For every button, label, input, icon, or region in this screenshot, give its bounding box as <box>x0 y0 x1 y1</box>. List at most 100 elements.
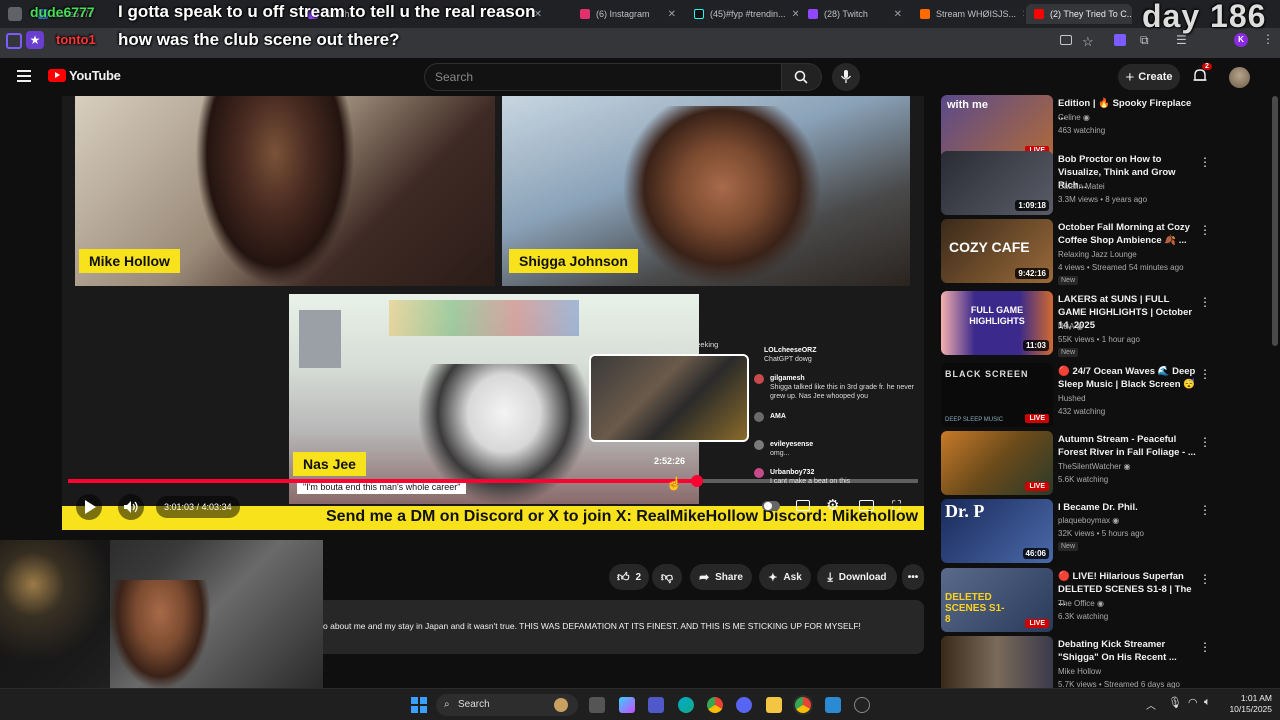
tab-close-icon[interactable]: ✕ <box>894 9 902 20</box>
like-button[interactable]: 👍︎ 2 <box>609 564 649 590</box>
file-explorer-icon[interactable] <box>766 697 782 713</box>
video-thumbnail[interactable]: COZY CAFE 9:42:16 <box>941 219 1053 283</box>
channel-name[interactable]: Mike Hollow <box>1058 667 1208 676</box>
bookmark-icon[interactable]: ☆ <box>1082 34 1094 50</box>
voice-search-button[interactable] <box>832 63 860 91</box>
tab-close-icon[interactable]: ✕ <box>1022 9 1024 20</box>
notifications-button[interactable]: 2 <box>1192 63 1212 86</box>
video-title[interactable]: Autumn Stream - Peaceful Forest River in… <box>1058 433 1198 459</box>
clock[interactable]: 1:01 AM 10/15/2025 <box>1220 693 1272 715</box>
video-title[interactable]: October Fall Morning at Cozy Coffee Shop… <box>1058 221 1198 247</box>
taskbar-search-label: Search <box>458 699 490 710</box>
page-scrollbar[interactable] <box>1272 96 1278 346</box>
recommendation-item[interactable]: 1:09:18 Bob Proctor on How to Visualize,… <box>941 151 1271 215</box>
recommendation-item[interactable]: FULL GAME HIGHLIGHTS 11:03 LAKERS at SUN… <box>941 291 1271 357</box>
video-title[interactable]: 🔴 24/7 Ocean Waves 🌊 Deep Sleep Music | … <box>1058 365 1198 391</box>
tab-twitch[interactable]: (28) Twitch ✕ <box>800 4 910 24</box>
copilot-icon[interactable] <box>619 697 635 713</box>
more-options-icon[interactable]: ⋮ <box>1199 572 1211 586</box>
channel-name[interactable]: The Office ◉ <box>1058 599 1208 608</box>
volume-button[interactable] <box>118 494 144 520</box>
video-thumbnail[interactable]: BLACK SCREEN DEEP SLEEP MUSIC LIVE <box>941 363 1053 427</box>
ask-button[interactable]: ✦ Ask <box>759 564 811 590</box>
profile-k-icon[interactable]: K <box>1234 33 1248 47</box>
progress-bar-track[interactable] <box>68 475 918 487</box>
reading-list-icon[interactable]: ☰ <box>1176 33 1187 47</box>
tab-instagram[interactable]: (6) Instagram ✕ <box>572 4 684 24</box>
video-thumbnail[interactable]: 1:09:18 <box>941 151 1053 215</box>
tray-chevron-icon[interactable]: ︿ <box>1146 697 1156 712</box>
search-input[interactable]: Search <box>424 63 782 91</box>
theater-mode-icon[interactable] <box>859 500 874 511</box>
obs-icon[interactable] <box>854 697 870 713</box>
chrome-icon[interactable] <box>707 697 723 713</box>
video-player[interactable]: Mike Hollow Shigga Johnson Nas Jee "I'm … <box>62 96 924 530</box>
recommendation-item[interactable]: with me LIVE Edition | 🔥 Spooky Fireplac… <box>941 95 1271 159</box>
discord-icon[interactable] <box>736 697 752 713</box>
video-thumbnail[interactable]: with me LIVE <box>941 95 1053 159</box>
video-thumbnail[interactable]: FULL GAME HIGHLIGHTS 11:03 <box>941 291 1053 355</box>
more-options-icon[interactable]: ⋮ <box>1199 155 1211 169</box>
video-thumbnail[interactable]: LIVE <box>941 431 1053 495</box>
video-title[interactable]: Debating Kick Streamer "Shigga" On His R… <box>1058 638 1198 664</box>
recommendation-item[interactable]: Dr. P 46:06 I Became Dr. Phil. plaqueboy… <box>941 499 1271 563</box>
teams-icon[interactable] <box>648 697 664 713</box>
channel-name[interactable]: TheSilentWatcher ◉ <box>1058 462 1208 471</box>
install-icon[interactable] <box>1060 35 1072 45</box>
youtube-logo[interactable]: YouTube <box>48 68 121 83</box>
share-button[interactable]: ➦ Share <box>690 564 752 590</box>
channel-name[interactable]: Relaxing Jazz Lounge <box>1058 250 1208 259</box>
fullscreen-icon[interactable]: ⛶ <box>892 498 901 514</box>
windows-start-icon[interactable] <box>411 697 427 713</box>
download-button[interactable]: ⤓ Download <box>817 564 897 590</box>
speaker-icon[interactable]: 🔈︎ <box>1204 696 1211 709</box>
recommendation-item[interactable]: COZY CAFE 9:42:16 October Fall Morning a… <box>941 219 1271 285</box>
channel-name[interactable]: plaqueboymax ◉ <box>1058 516 1208 525</box>
tab-stream[interactable]: Stream WHØISJS... ✕ <box>912 4 1024 24</box>
recommendation-item[interactable]: DELETED SCENES S1-8 LIVE 🔴 LIVE! Hilario… <box>941 568 1271 632</box>
more-options-icon[interactable]: ⋮ <box>1199 367 1211 381</box>
subtitles-icon[interactable] <box>796 500 810 511</box>
recommendation-item[interactable]: LIVE Autumn Stream - Peaceful Forest Riv… <box>941 431 1271 495</box>
channel-name[interactable]: Hushed <box>1058 394 1208 403</box>
hamburger-menu-icon[interactable] <box>17 70 31 82</box>
avatar[interactable] <box>1229 67 1250 88</box>
more-options-icon[interactable]: ⋮ <box>1199 295 1211 309</box>
progress-scrubber-handle[interactable] <box>691 475 703 487</box>
recommendation-item[interactable]: BLACK SCREEN DEEP SLEEP MUSIC LIVE 🔴 24/… <box>941 363 1271 427</box>
channel-name[interactable]: NBA ◉ <box>1058 322 1208 331</box>
video-title[interactable]: I Became Dr. Phil. <box>1058 501 1198 514</box>
taskbar-search-box[interactable]: ⌕ Search <box>436 694 578 716</box>
task-view-icon[interactable] <box>589 697 605 713</box>
microphone-tray-icon[interactable]: 🎙︎ <box>1168 696 1182 709</box>
tab-youtube-active[interactable]: (2) They Tried To C...✕ <box>1026 4 1132 24</box>
more-options-icon[interactable]: ⋮ <box>1199 223 1211 237</box>
description-box[interactable]: o about me and my stay in Japan and it w… <box>323 600 924 654</box>
video-thumbnail[interactable]: DELETED SCENES S1-8 LIVE <box>941 568 1053 632</box>
create-button[interactable]: + Create <box>1118 64 1180 90</box>
edge-icon[interactable] <box>678 697 694 713</box>
search-button[interactable] <box>782 63 822 91</box>
video-thumbnail[interactable]: Dr. P 46:06 <box>941 499 1053 563</box>
autoplay-toggle[interactable] <box>762 501 780 511</box>
tab-close-icon[interactable]: ✕ <box>668 9 676 20</box>
more-options-icon[interactable]: ⋮ <box>1199 435 1211 449</box>
wifi-icon[interactable]: ◠ <box>1188 696 1198 709</box>
dislike-button[interactable]: 👎︎ <box>652 564 682 590</box>
store-icon[interactable] <box>825 697 841 713</box>
browser-menu-icon[interactable] <box>8 7 22 21</box>
star-app-icon[interactable]: ★ <box>26 31 44 49</box>
play-button[interactable] <box>76 494 102 520</box>
chrome-active-icon[interactable] <box>795 697 811 713</box>
extension-twitch-icon[interactable] <box>1114 34 1126 46</box>
extensions-icon[interactable]: ⧉ <box>1140 33 1149 48</box>
settings-gear-icon[interactable]: ⚙ <box>826 496 839 514</box>
more-options-icon[interactable]: ⋮ <box>1199 503 1211 517</box>
sidebar-toggle-icon[interactable] <box>6 33 22 49</box>
tab-close-icon[interactable]: ✕ <box>792 9 798 20</box>
more-actions-button[interactable]: ••• <box>902 564 924 590</box>
channel-name[interactable]: Celine ◉ <box>1058 113 1208 122</box>
tab-tiktok[interactable]: (45)#fyp #trendin... ✕ <box>686 4 798 24</box>
more-options-icon[interactable]: ⋮ <box>1199 640 1211 654</box>
channel-name[interactable]: Catalin Matei <box>1058 182 1208 191</box>
